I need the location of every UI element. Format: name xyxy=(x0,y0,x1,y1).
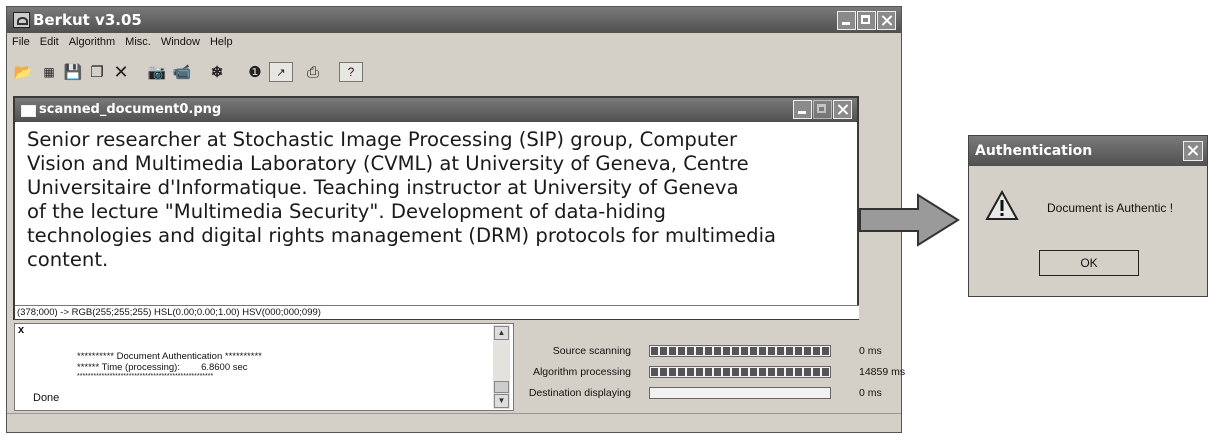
ok-button[interactable]: OK xyxy=(1039,250,1139,276)
main-title-bar[interactable]: Berkut v3.05 xyxy=(7,7,901,33)
minimize-button[interactable] xyxy=(837,11,856,30)
dialog-message: Document is Authentic ! xyxy=(1047,201,1174,215)
progress-label: Destination displaying xyxy=(528,387,631,399)
app-title: Berkut v3.05 xyxy=(33,11,142,29)
stack-icon[interactable]: ❐ xyxy=(85,61,109,83)
export-icon[interactable]: ↗ xyxy=(269,62,293,82)
help-icon[interactable]: ? xyxy=(339,62,363,82)
open-folder-icon[interactable]: 📂 xyxy=(11,61,35,83)
bluetooth-icon[interactable]: ❄ xyxy=(205,61,229,83)
save-icon[interactable]: 💾 xyxy=(61,61,85,83)
dialog-title-bar[interactable]: Authentication xyxy=(969,136,1207,166)
progress-bar xyxy=(649,387,831,399)
scroll-up-icon[interactable]: ▲ xyxy=(494,326,509,340)
menu-algorithm[interactable]: Algorithm xyxy=(64,33,120,48)
text-line: content. xyxy=(27,248,109,271)
menu-misc[interactable]: Misc. xyxy=(120,33,156,48)
grid-icon[interactable]: ▦ xyxy=(37,61,61,83)
document-window: scanned_document0.png Senior researcher … xyxy=(13,96,859,320)
progress-time: 0 ms xyxy=(859,345,882,357)
progress-bar xyxy=(649,366,831,378)
maximize-button[interactable] xyxy=(857,11,876,30)
output-done: Done xyxy=(33,392,60,404)
menu-window[interactable]: Window xyxy=(156,33,205,48)
document-title: scanned_document0.png xyxy=(39,102,222,117)
text-line: Universitaire d'Informatique. Teaching i… xyxy=(27,176,739,199)
close-x-icon[interactable]: ✕ xyxy=(109,61,133,83)
video-camera-icon[interactable]: 📹 xyxy=(170,61,194,83)
document-title-bar[interactable]: scanned_document0.png xyxy=(15,98,857,122)
output-line: ****** Time (processing): 6.8600 sec xyxy=(77,362,248,373)
progress-fill xyxy=(651,347,829,355)
status-bar xyxy=(7,413,901,433)
app-icon xyxy=(13,12,30,28)
progress-label: Source scanning xyxy=(552,345,631,357)
doc-maximize-button[interactable] xyxy=(813,100,832,119)
progress-time: 14859 ms xyxy=(859,366,906,378)
arrow-icon xyxy=(859,193,960,247)
dialog-title: Authentication xyxy=(975,143,1093,159)
menu-bar: File Edit Algorithm Misc. Window Help xyxy=(7,33,901,53)
output-line: ****************************************… xyxy=(77,373,214,380)
progress-fill xyxy=(651,368,829,376)
document-image-text: Senior researcher at Stochastic Image Pr… xyxy=(27,128,857,272)
text-line: of the lecture "Multimedia Security". De… xyxy=(27,200,666,223)
info-icon[interactable]: ❶ xyxy=(243,61,267,83)
print-icon[interactable]: ⎙ xyxy=(301,61,325,83)
camera-icon[interactable]: 📷 xyxy=(145,61,169,83)
menu-file[interactable]: File xyxy=(7,33,35,48)
progress-label: Algorithm processing xyxy=(532,366,631,378)
main-window: Berkut v3.05 File Edit Algorithm Misc. Windo… xyxy=(6,6,906,433)
close-button[interactable] xyxy=(877,11,896,30)
doc-close-button[interactable] xyxy=(833,100,852,119)
menu-edit[interactable]: Edit xyxy=(35,33,64,48)
doc-minimize-button[interactable] xyxy=(793,100,812,119)
output-close-icon[interactable]: x xyxy=(18,324,24,336)
pixel-info-status: (378;000) -> RGB(255;255;255) HSL(0.00;0… xyxy=(15,305,859,319)
dialog-close-button[interactable] xyxy=(1183,141,1203,161)
document-icon xyxy=(21,105,36,117)
output-panel: x ********** Document Authentication ***… xyxy=(14,323,514,411)
text-line: Senior researcher at Stochastic Image Pr… xyxy=(27,128,738,151)
output-line: ********** Document Authentication *****… xyxy=(77,351,262,362)
warning-icon xyxy=(985,190,1019,220)
authentication-dialog: Authentication Document is Authentic ! O… xyxy=(968,135,1208,297)
text-line: Vision and Multimedia Laboratory (CVML) … xyxy=(27,152,749,175)
progress-bar xyxy=(649,345,831,357)
toolbar: 📂 ▦ 💾 ❐ ✕ 📷 📹 ❄ ❶ ↗ ⎙ ? xyxy=(7,55,901,89)
menu-help[interactable]: Help xyxy=(205,33,238,48)
progress-time: 0 ms xyxy=(859,387,882,399)
text-line: technologies and digital rights manageme… xyxy=(27,224,777,247)
